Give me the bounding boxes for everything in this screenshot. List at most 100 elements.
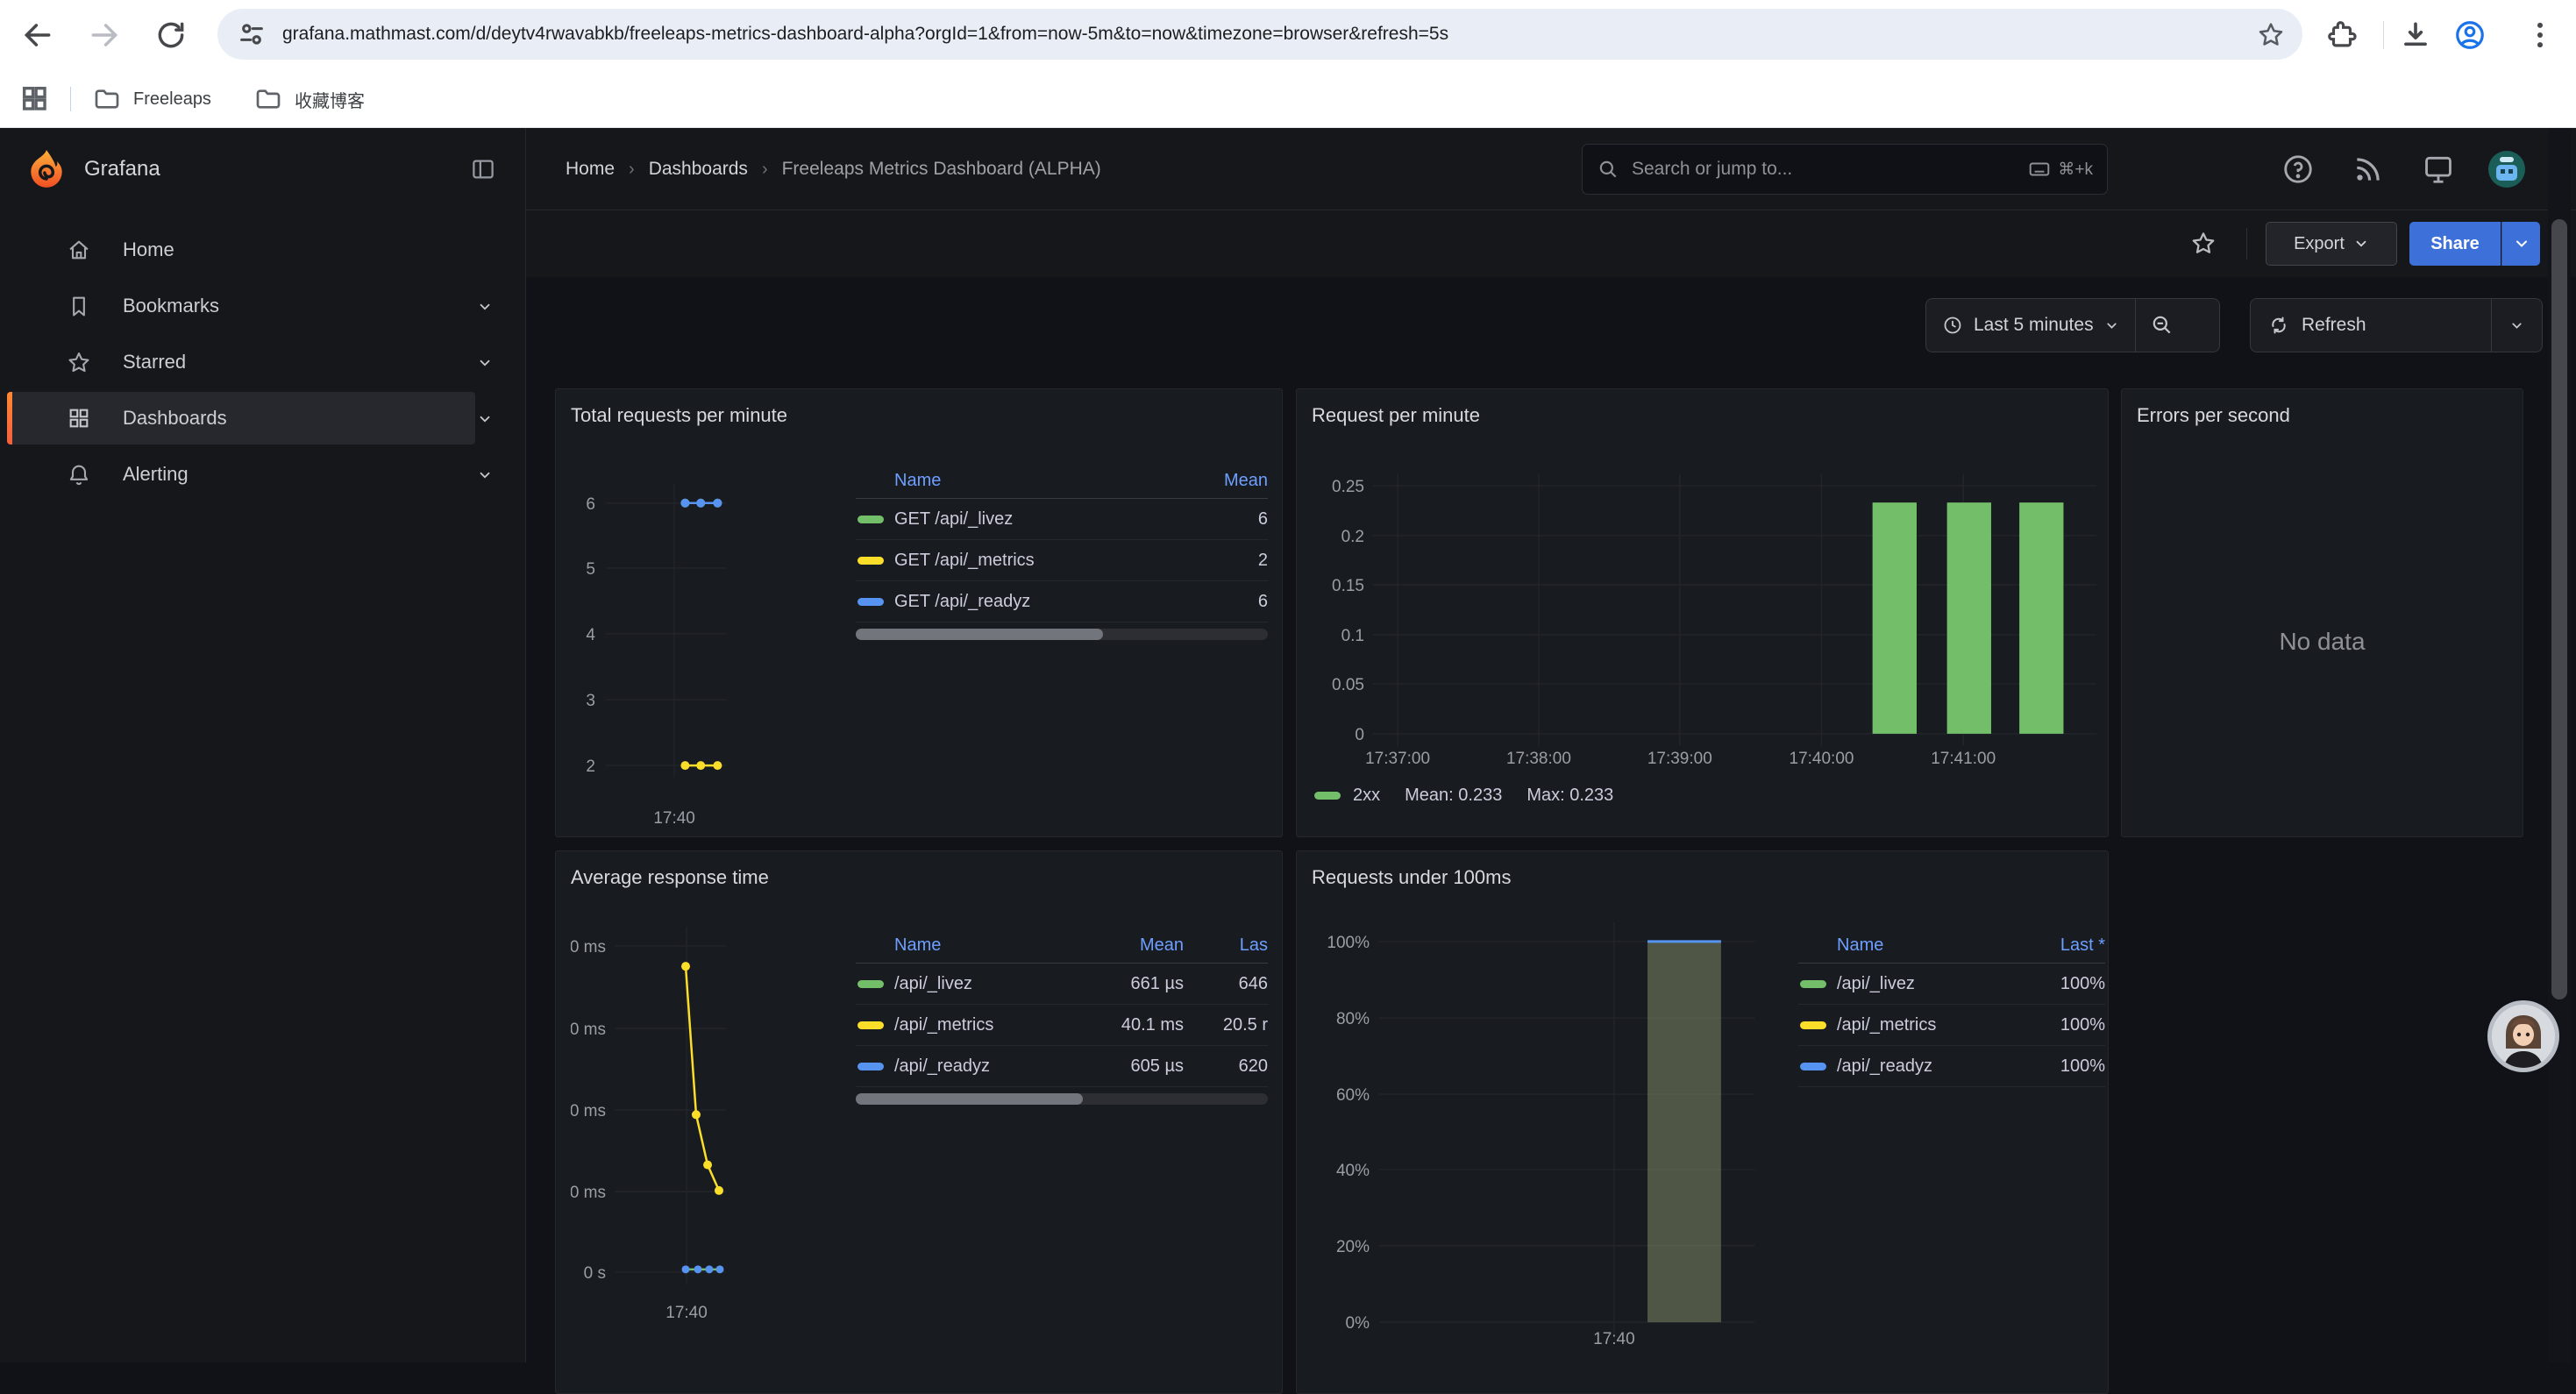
svg-text:40 ms: 40 ms xyxy=(571,1102,606,1120)
user-avatar[interactable] xyxy=(2488,151,2525,188)
panel-title[interactable]: Requests under 100ms xyxy=(1312,866,1511,889)
search-shortcut: ⌘+k xyxy=(2028,158,2093,181)
table-header[interactable]: Las xyxy=(1184,935,1268,956)
chevron-down-icon xyxy=(2104,318,2119,333)
sidebar-item-bookmarks[interactable]: Bookmarks xyxy=(0,278,526,334)
sidebar-item-dashboards[interactable]: Dashboards xyxy=(0,390,526,446)
table-header[interactable]: Name xyxy=(894,471,1171,491)
series-value: 6 xyxy=(1171,592,1268,612)
sidebar-toggle-icon[interactable] xyxy=(470,156,496,182)
legend-mean: Mean: 0.233 xyxy=(1405,786,1502,806)
browser-menu-icon[interactable] xyxy=(2523,18,2557,52)
search-input[interactable]: ⌘+k xyxy=(1582,144,2108,195)
clock-icon xyxy=(1942,315,1963,336)
svg-text:0.15: 0.15 xyxy=(1332,577,1364,595)
series-color-chip xyxy=(1800,1021,1826,1029)
share-button[interactable]: Share xyxy=(2409,222,2501,266)
table-row[interactable]: /api/_livez661 µs646 xyxy=(856,964,1268,1005)
help-icon[interactable] xyxy=(2281,153,2315,186)
table-row[interactable]: GET /api/_metrics2 xyxy=(856,540,1268,581)
browser-back-icon[interactable] xyxy=(21,18,54,52)
url-text[interactable]: grafana.mathmast.com/d/deytv4rwavabkb/fr… xyxy=(282,24,2257,45)
series-value: 661 µs xyxy=(1070,974,1184,994)
avg-response-chart: 80 ms60 ms40 ms20 ms0 s17:40 xyxy=(571,913,737,1334)
breadcrumb-dashboards[interactable]: Dashboards xyxy=(649,159,748,179)
time-range-picker[interactable]: Last 5 minutes xyxy=(1926,299,2135,352)
table-header[interactable]: Last * xyxy=(2000,935,2105,956)
legend-max: Max: 0.233 xyxy=(1526,786,1613,806)
panel-title[interactable]: Errors per second xyxy=(2137,404,2290,427)
grafana-logo-icon[interactable] xyxy=(25,147,68,191)
apps-grid-icon[interactable] xyxy=(19,83,49,113)
address-bar[interactable]: grafana.mathmast.com/d/deytv4rwavabkb/fr… xyxy=(217,9,2302,60)
sidebar-item-label: Bookmarks xyxy=(123,278,219,334)
scrollbar-thumb[interactable] xyxy=(2551,219,2567,999)
browser-forward-icon[interactable] xyxy=(88,18,121,52)
svg-text:0.05: 0.05 xyxy=(1332,676,1364,694)
panel-title[interactable]: Request per minute xyxy=(1312,404,1480,427)
svg-text:4: 4 xyxy=(586,626,595,644)
active-accent-bar xyxy=(7,392,12,445)
favorite-star-icon[interactable] xyxy=(2190,230,2217,256)
table-header[interactable]: Name xyxy=(1837,935,2000,956)
monitor-icon[interactable] xyxy=(2422,153,2455,186)
table-header[interactable]: Mean xyxy=(1171,471,1268,491)
tune-icon[interactable] xyxy=(237,19,267,49)
series-value: 6 xyxy=(1171,509,1268,530)
sidebar-item-alerting[interactable]: Alerting xyxy=(0,446,526,502)
legend-2xx[interactable]: 2xx Mean: 0.233 Max: 0.233 xyxy=(1314,786,1613,806)
export-button[interactable]: Export xyxy=(2266,222,2397,266)
legend-table[interactable]: NameMeanLas/api/_livez661 µs646/api/_met… xyxy=(856,928,1268,1105)
bookmark-folder-freeleaps[interactable]: Freeleaps xyxy=(93,82,211,117)
table-row[interactable]: /api/_readyz100% xyxy=(1798,1046,2105,1087)
svg-text:80%: 80% xyxy=(1336,1010,1370,1028)
svg-text:17:41:00: 17:41:00 xyxy=(1931,750,1996,768)
refresh-button[interactable]: Refresh xyxy=(2251,299,2491,352)
table-row[interactable]: GET /api/_readyz6 xyxy=(856,581,1268,622)
bookmark-folder-label: Freeleaps xyxy=(133,89,211,110)
table-header[interactable]: Mean xyxy=(1070,935,1184,956)
search-icon xyxy=(1597,158,1619,181)
table-row[interactable]: /api/_readyz605 µs620 xyxy=(856,1046,1268,1087)
zoom-out-button[interactable] xyxy=(2136,299,2188,352)
panel-title[interactable]: Total requests per minute xyxy=(571,404,787,427)
series-color-chip xyxy=(857,1063,884,1070)
table-scrollbar[interactable] xyxy=(856,629,1268,640)
toolbar-divider xyxy=(2383,21,2384,49)
refresh-interval-button[interactable] xyxy=(2492,299,2542,352)
page-scrollbar[interactable] xyxy=(2548,128,2571,1362)
chevron-down-icon[interactable] xyxy=(477,467,493,483)
bookmark-star-icon[interactable] xyxy=(2257,20,2285,48)
table-header[interactable]: Name xyxy=(894,935,1070,956)
table-row[interactable]: GET /api/_livez6 xyxy=(856,499,1268,540)
chevron-down-icon[interactable] xyxy=(477,355,493,371)
share-menu-button[interactable] xyxy=(2501,222,2540,266)
table-row[interactable]: /api/_metrics40.1 ms20.5 r xyxy=(856,1005,1268,1046)
extensions-icon[interactable] xyxy=(2325,18,2359,52)
breadcrumb-home[interactable]: Home xyxy=(566,159,615,179)
profile-icon[interactable] xyxy=(2453,18,2487,52)
browser-reload-icon[interactable] xyxy=(154,18,188,52)
series-value: 100% xyxy=(2000,1015,2105,1035)
chevron-down-icon[interactable] xyxy=(477,299,493,315)
chevron-down-icon[interactable] xyxy=(477,411,493,427)
svg-text:0.1: 0.1 xyxy=(1341,627,1364,645)
download-icon[interactable] xyxy=(2399,18,2432,52)
svg-text:17:40:00: 17:40:00 xyxy=(1790,750,1854,768)
series-value: 40.1 ms xyxy=(1070,1015,1184,1035)
table-scrollbar[interactable] xyxy=(856,1093,1268,1105)
sidebar-item-starred[interactable]: Starred xyxy=(0,334,526,390)
table-row[interactable]: /api/_metrics100% xyxy=(1798,1005,2105,1046)
svg-text:17:40: 17:40 xyxy=(665,1304,708,1322)
bookmark-folder-blogs[interactable]: 收藏博客 xyxy=(254,82,365,117)
news-rss-icon[interactable] xyxy=(2352,153,2385,186)
legend-table[interactable]: NameLast * /api/_livez100%/api/_metrics10… xyxy=(1798,928,2105,1087)
table-row[interactable]: /api/_livez100% xyxy=(1798,964,2105,1005)
panel-title[interactable]: Average response time xyxy=(571,866,769,889)
floating-assistant-avatar[interactable] xyxy=(2492,1005,2555,1068)
zoom-out-icon xyxy=(2151,314,2174,337)
legend-table[interactable]: NameMean GET /api/_livez6GET /api/_metric… xyxy=(856,464,1268,640)
sidebar-item-home[interactable]: Home xyxy=(0,222,526,278)
legend-chip-2xx xyxy=(1314,792,1341,800)
series-color-chip xyxy=(857,1021,884,1029)
